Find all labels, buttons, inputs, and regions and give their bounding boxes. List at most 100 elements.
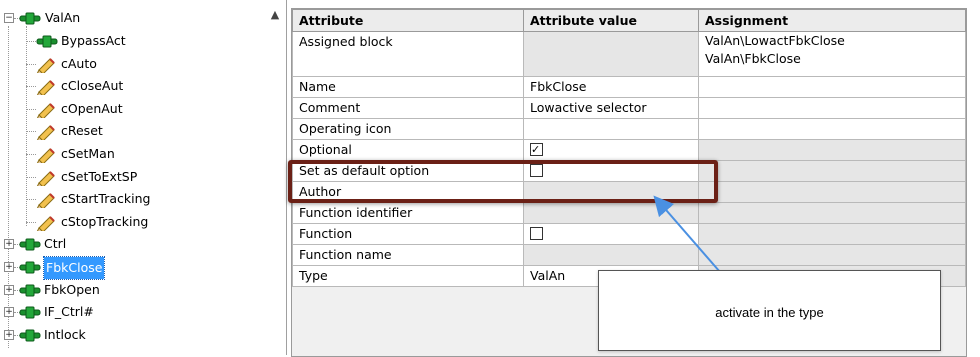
table-row[interactable]: Assigned block ValAn\LowactFbkClose ValAn\… [292,31,966,77]
attribute-value-cell[interactable]: FbkClose [523,76,699,98]
assignment-cell[interactable] [698,76,966,98]
attribute-name-cell: Assigned block [292,31,524,77]
block-connector-icon [19,261,41,274]
tree-node-fbkclose[interactable]: + FbkClose [4,256,250,280]
tree-node-label: FbkClose [42,256,106,280]
attribute-table: Attribute Attribute value Assignment Ass… [292,9,966,287]
tree-node-if-ctrl[interactable]: + IF_Ctrl# [4,302,250,322]
attribute-name-cell: Function identifier [292,202,524,224]
pencil-parameter-icon [36,103,55,118]
attribute-value-cell[interactable] [523,202,699,224]
pencil-parameter-icon [36,216,55,231]
tree-node-label: cCloseAut [61,78,124,94]
pencil-parameter-icon [36,148,55,163]
attribute-value-cell[interactable] [523,31,699,77]
tree-node-label: IF_Ctrl# [44,304,94,320]
attribute-value-cell[interactable] [523,118,699,140]
attribute-name-cell: Function name [292,244,524,266]
assignment-cell[interactable] [698,97,966,119]
column-header-attribute-value[interactable]: Attribute value [523,9,699,32]
tree-node-label: cSetToExtSP [61,168,138,184]
callout-box: activate in the type [598,270,941,351]
tree-node-label: cReset [61,123,103,139]
attribute-name-cell: Name [292,76,524,98]
tree-node-copenaut[interactable]: cOpenAut [22,99,250,119]
assignment-cell[interactable] [698,244,966,266]
attribute-value-cell[interactable] [523,244,699,266]
attribute-name-cell: Comment [292,97,524,119]
table-row[interactable]: Name FbkClose [292,76,966,98]
pencil-parameter-icon [36,193,55,209]
tree-node-bypassact[interactable]: BypassAct [22,31,250,51]
tree-node-label: BypassAct [61,33,126,48]
tree-node-root[interactable]: − ValAn [4,8,264,28]
expand-icon[interactable]: + [4,239,14,250]
attribute-name-cell: Type [292,265,524,287]
expand-icon[interactable]: + [4,284,14,295]
tree-node-intlock[interactable]: + Intlock [4,325,250,345]
attribute-name-cell: Optional [292,139,524,161]
table-row[interactable]: Optional [292,139,966,161]
table-row[interactable]: Comment Lowactive selector [292,97,966,119]
expand-icon[interactable]: + [4,307,14,318]
scroll-up-arrow-icon[interactable]: ▲ [268,8,282,22]
tree-node-creset[interactable]: cReset [22,121,250,141]
assignment-cell[interactable]: ValAn\LowactFbkClose ValAn\FbkClose [698,31,966,77]
column-header-attribute[interactable]: Attribute [292,9,524,32]
pencil-parameter-icon [36,125,55,141]
assignment-cell[interactable] [698,139,966,161]
table-row[interactable]: Function name [292,244,966,266]
block-connector-icon [19,284,41,297]
table-row[interactable]: Function [292,223,966,245]
tree-node-label: cOpenAut [61,100,123,116]
pencil-parameter-icon [36,170,55,186]
collapse-icon[interactable]: − [4,13,14,23]
table-row[interactable]: Function identifier [292,202,966,224]
block-connector-icon [19,12,41,25]
attribute-value-cell[interactable] [523,223,699,245]
tree-node-label: Ctrl [44,236,67,252]
tree-node-ccloseaut[interactable]: cCloseAut [22,76,250,96]
tree-node-label: cStopTracking [61,213,149,229]
table-header-row: Attribute Attribute value Assignment [292,9,966,32]
block-connector-icon [19,306,41,319]
tree-node-cstoptracking[interactable]: cStopTracking [22,212,250,232]
tree-node-csetman[interactable]: cSetMan [22,144,250,164]
column-header-assignment[interactable]: Assignment [698,9,966,32]
expand-icon[interactable]: + [4,262,14,272]
attribute-value-cell[interactable] [523,139,699,161]
tree-node-label: cStartTracking [61,191,151,207]
block-connector-icon [19,238,41,251]
tree-root-label: ValAn [45,10,81,25]
block-connector-icon [36,35,58,48]
tree-node-cauto[interactable]: cAuto [22,54,250,74]
assignment-cell[interactable] [698,181,966,203]
assignment-path: ValAn\FbkClose [705,51,801,66]
assignment-cell[interactable] [698,118,966,140]
assignment-cell[interactable] [698,202,966,224]
tree-node-label: Intlock [44,326,86,342]
unchecked-checkbox[interactable] [530,227,543,240]
checked-checkbox[interactable] [530,140,543,160]
tree-node-label: cAuto [61,55,97,71]
assignment-cell[interactable] [698,160,966,182]
callout-text: activate in the type [715,305,824,320]
assignment-cell[interactable] [698,223,966,245]
tree-node-label: cSetMan [61,146,115,161]
attribute-name-cell: Operating icon [292,118,524,140]
tree-node-fbkopen[interactable]: + FbkOpen [4,280,250,300]
highlight-frame [288,160,718,203]
tree-node-ctrl[interactable]: + Ctrl [4,234,250,254]
block-connector-icon [19,329,41,342]
tree-node-label: FbkOpen [44,281,100,297]
assignment-path: ValAn\LowactFbkClose [705,33,845,48]
pencil-parameter-icon [36,57,55,73]
tree-node-csettoextsp[interactable]: cSetToExtSP [22,167,250,187]
block-tree[interactable]: ▲ − ValAn BypassAct cAuto cCloseAut cOpenAu… [0,0,287,355]
attribute-value-cell[interactable]: Lowactive selector [523,97,699,119]
tree-node-cstarttracking[interactable]: cStartTracking [22,189,250,209]
table-row[interactable]: Operating icon [292,118,966,140]
attribute-name-cell: Function [292,223,524,245]
expand-icon[interactable]: + [4,329,14,340]
pencil-parameter-icon [36,80,55,96]
